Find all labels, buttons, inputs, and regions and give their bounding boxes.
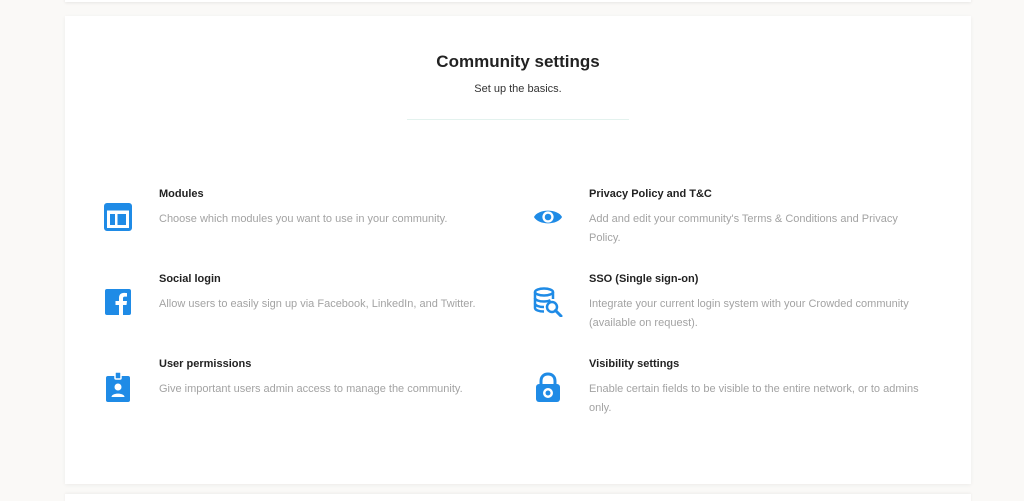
settings-item-description: Integrate your current login system with… [589,298,909,329]
database-search-icon [533,287,563,317]
settings-item-title: User permissions [159,358,252,370]
settings-item-description: Add and edit your community's Terms & Co… [589,213,898,244]
page-subtitle: Set up the basics. [474,83,562,95]
lock-icon [533,372,563,402]
next-card [65,494,971,501]
page-title: Community settings [436,52,600,71]
settings-item-description: Enable certain fields to be visible to t… [589,383,919,414]
settings-item-title: Modules [159,188,204,200]
settings-item-title: SSO (Single sign-on) [589,273,699,285]
eye-icon [533,202,563,232]
previous-card [65,0,971,2]
settings-item-title: Privacy Policy and T&C [589,188,712,200]
settings-item-description: Allow users to easily sign up via Facebo… [159,298,476,310]
id-badge-icon [103,372,133,402]
community-settings-card: Community settings Set up the basics. Mo… [65,16,971,484]
layout-icon [103,202,133,232]
settings-item-description: Choose which modules you want to use in … [159,213,448,225]
settings-item-title: Visibility settings [589,358,680,370]
settings-item-title: Social login [159,273,221,285]
title-divider [407,119,629,120]
facebook-icon [103,287,133,317]
settings-item-description: Give important users admin access to man… [159,383,463,395]
